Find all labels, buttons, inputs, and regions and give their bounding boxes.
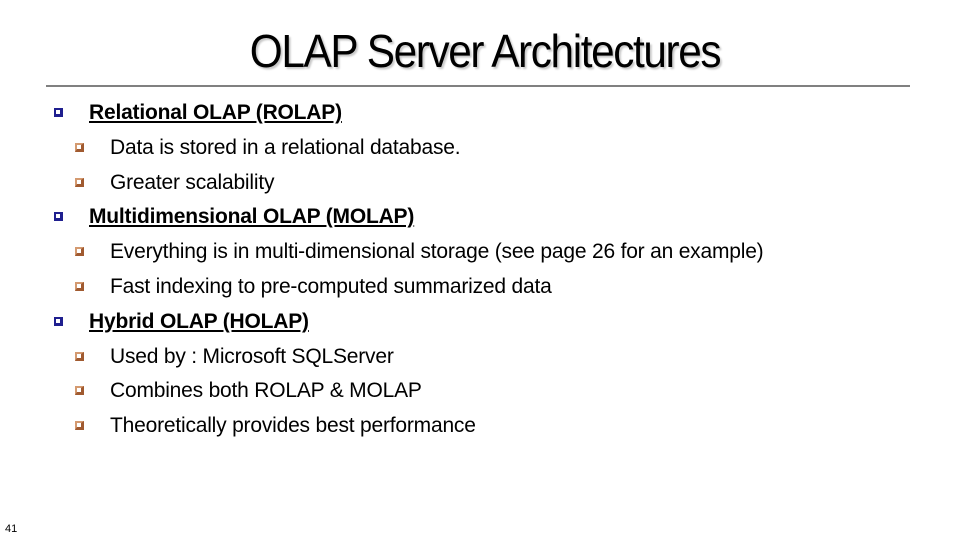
square-bullet-icon	[54, 317, 63, 326]
bullet-text: Theoretically provides best performance	[110, 414, 476, 437]
square-bullet-icon	[75, 143, 84, 152]
square-bullet-icon	[75, 282, 84, 291]
bullet-text: Used by : Microsoft SQLServer	[110, 345, 394, 368]
bullet-text: Greater scalability	[110, 171, 275, 194]
square-bullet-icon	[75, 178, 84, 187]
page-number: 41	[5, 523, 18, 535]
square-bullet-icon	[75, 386, 84, 395]
square-bullet-icon	[75, 247, 84, 256]
bullet-text: Combines both ROLAP & MOLAP	[110, 379, 422, 402]
slide-title: OLAP Server Architectures	[249, 25, 722, 77]
bullet-text: Relational OLAP (ROLAP)	[89, 101, 342, 124]
bullet-text: Multidimensional OLAP (MOLAP)	[89, 205, 415, 228]
bullet-text: Everything is in multi-dimensional stora…	[110, 240, 764, 263]
bullet-text: Data is stored in a relational database.	[110, 136, 461, 159]
square-bullet-icon	[75, 352, 84, 361]
title-divider	[46, 85, 910, 87]
bullet-text: Fast indexing to pre-computed summarized…	[110, 275, 552, 298]
square-bullet-icon	[54, 212, 63, 221]
bullet-text: Hybrid OLAP (HOLAP)	[89, 310, 309, 333]
square-bullet-icon	[75, 421, 84, 430]
square-bullet-icon	[54, 108, 63, 117]
